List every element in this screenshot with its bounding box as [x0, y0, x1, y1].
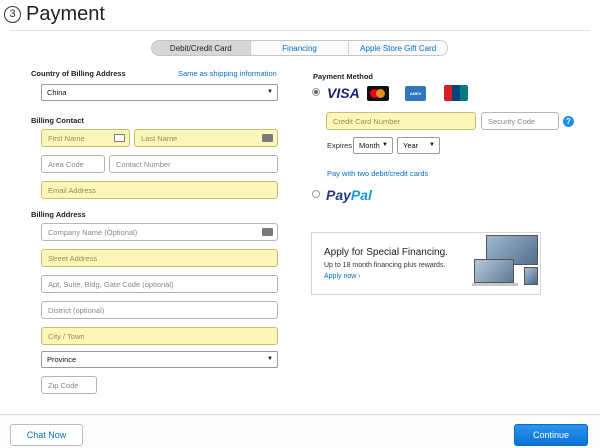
financing-promo-banner[interactable]: Apply for Special Financing. Up to 18 mo… — [311, 232, 541, 295]
chevron-down-icon: ▼ — [429, 142, 435, 148]
district-placeholder: District (optional) — [48, 305, 105, 315]
email-field[interactable]: Email Address — [41, 181, 278, 199]
visa-logo-icon: VISA — [327, 85, 360, 101]
country-select[interactable]: China ▼ — [41, 84, 278, 101]
paypal-logo-icon: PayPal — [326, 187, 372, 203]
tab-financing[interactable]: Financing — [250, 41, 350, 55]
header-divider — [10, 30, 590, 31]
district-field[interactable]: District (optional) — [41, 301, 278, 319]
contact-number-field[interactable]: Contact Number — [109, 155, 278, 173]
city-field[interactable]: City / Town — [41, 327, 278, 345]
security-code-field[interactable]: Security Code — [481, 112, 559, 130]
email-placeholder: Email Address — [48, 185, 96, 195]
payment-method-label: Payment Method — [313, 72, 374, 81]
year-value: Year — [403, 141, 419, 150]
country-label: Country of Billing Address — [31, 69, 126, 78]
paypal-radio[interactable] — [312, 190, 320, 198]
province-select[interactable]: Province ▼ — [41, 351, 278, 368]
same-as-shipping-link[interactable]: Same as shipping information — [178, 69, 277, 78]
page-title: Payment — [26, 2, 105, 25]
zip-code-field[interactable]: Zip Code — [41, 376, 97, 394]
city-placeholder: City / Town — [48, 331, 85, 341]
chat-now-button[interactable]: Chat Now — [10, 424, 83, 446]
card-radio[interactable] — [312, 88, 320, 96]
province-value: Province — [47, 355, 77, 364]
unionpay-logo-icon — [444, 85, 468, 101]
contact-number-placeholder: Contact Number — [116, 159, 171, 169]
billing-contact-label: Billing Contact — [31, 116, 84, 125]
mastercard-logo-icon — [367, 86, 389, 101]
expires-label: Expires — [327, 141, 353, 150]
street-placeholder: Street Address — [48, 253, 98, 263]
card-number-placeholder: Credit Card Number — [333, 116, 401, 126]
street-address-field[interactable]: Street Address — [41, 249, 278, 267]
page-header: 3 Payment — [4, 2, 105, 26]
last-name-field[interactable]: Last Name — [134, 129, 278, 147]
tab-debit-credit-card[interactable]: Debit/Credit Card — [152, 41, 251, 55]
month-value: Month — [359, 141, 380, 150]
chevron-down-icon: ▼ — [267, 89, 273, 95]
paypal-logo-part2: Pal — [350, 187, 372, 203]
security-code-placeholder: Security Code — [488, 116, 536, 126]
apt-suite-field[interactable]: Apt, Suite, Bldg, Gate Code (optional) — [41, 275, 278, 293]
promo-subtitle: Up to 18 month financing plus rewards. — [324, 262, 446, 269]
company-placeholder: Company Name (Optional) — [48, 227, 138, 237]
contact-card-icon — [114, 134, 125, 142]
apple-devices-image — [472, 235, 540, 289]
chevron-down-icon: ▼ — [382, 142, 388, 148]
help-icon[interactable]: ? — [563, 116, 574, 127]
contact-card-icon — [262, 134, 273, 142]
continue-button[interactable]: Continue — [514, 424, 588, 446]
footer-bar: Chat Now Continue — [0, 414, 600, 448]
company-name-field[interactable]: Company Name (Optional) — [41, 223, 278, 241]
last-name-placeholder: Last Name — [141, 133, 178, 143]
payment-type-tabs: Debit/Credit Card Financing Apple Store … — [151, 40, 448, 56]
country-value: China — [47, 88, 67, 97]
billing-address-label: Billing Address — [31, 210, 86, 219]
first-name-field[interactable]: First Name — [41, 129, 130, 147]
promo-title: Apply for Special Financing. — [324, 247, 448, 258]
apt-placeholder: Apt, Suite, Bldg, Gate Code (optional) — [48, 279, 174, 289]
expiry-month-select[interactable]: Month ▼ — [353, 137, 393, 154]
expiry-year-select[interactable]: Year ▼ — [397, 137, 440, 154]
step-number-badge: 3 — [4, 5, 21, 23]
amex-logo-icon: AMEX — [405, 86, 426, 101]
chevron-down-icon: ▼ — [267, 356, 273, 362]
first-name-placeholder: First Name — [48, 133, 85, 143]
two-cards-link[interactable]: Pay with two debit/credit cards — [327, 169, 428, 178]
zip-placeholder: Zip Code — [48, 380, 79, 390]
contact-card-icon — [262, 228, 273, 236]
card-number-field[interactable]: Credit Card Number — [326, 112, 476, 130]
tab-gift-card[interactable]: Apple Store Gift Card — [349, 41, 447, 55]
area-code-field[interactable]: Area Code — [41, 155, 105, 173]
apply-now-link[interactable]: Apply now › — [324, 273, 361, 280]
paypal-logo-part1: Pay — [326, 187, 351, 203]
area-code-placeholder: Area Code — [48, 159, 84, 169]
